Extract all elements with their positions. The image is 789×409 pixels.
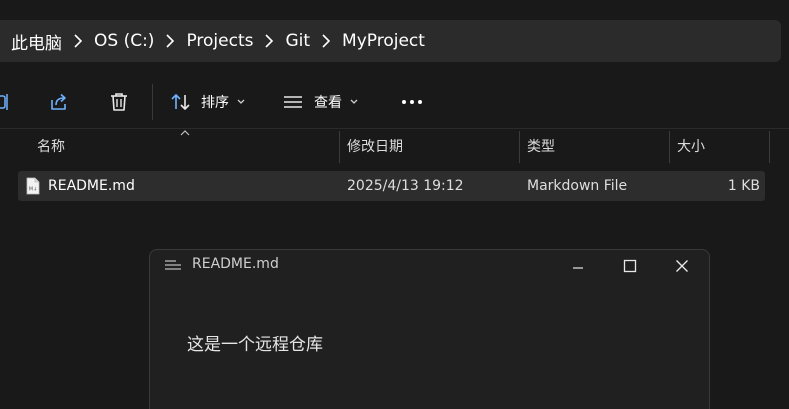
breadcrumb-myproject[interactable]: MyProject <box>342 31 425 51</box>
breadcrumb-projects[interactable]: Projects <box>186 31 253 51</box>
breadcrumb[interactable]: 此电脑 OS (C:) Projects Git MyProject <box>0 20 781 62</box>
breadcrumb-git[interactable]: Git <box>285 31 310 51</box>
chevron-down-icon <box>350 99 358 104</box>
share-icon <box>51 93 66 110</box>
sort-label: 排序 <box>201 95 229 111</box>
chevron-right-icon[interactable] <box>310 20 342 62</box>
file-name: README.md <box>48 178 135 194</box>
more-icon <box>402 100 422 104</box>
notepad-text-content[interactable]: 这是一个远程仓库 <box>187 330 323 355</box>
chevron-right-icon[interactable] <box>154 20 186 62</box>
column-headers: 名称 修改日期 类型 大小 <box>0 128 789 164</box>
column-header-type[interactable]: 类型 <box>527 129 555 163</box>
chevron-right-icon[interactable] <box>62 20 94 62</box>
chevron-right-icon[interactable] <box>253 20 285 62</box>
notepad-icon <box>165 260 181 270</box>
column-divider[interactable] <box>519 131 520 163</box>
close-button[interactable] <box>659 250 705 282</box>
file-row-readme[interactable]: M↓ README.md 2025/4/13 19:12 Markdown Fi… <box>18 171 765 201</box>
breadcrumb-this-pc[interactable]: 此电脑 <box>11 29 62 54</box>
column-header-modified[interactable]: 修改日期 <box>347 129 403 163</box>
svg-text:M↓: M↓ <box>29 187 38 193</box>
file-explorer-window: 此电脑 OS (C:) Projects Git MyProject 排序 查看… <box>0 0 789 409</box>
notepad-titlebar[interactable]: README.md <box>150 250 709 282</box>
rename-icon <box>0 94 8 110</box>
more-options-button[interactable] <box>398 86 426 118</box>
trash-icon <box>111 93 127 111</box>
view-button[interactable]: 查看 <box>283 86 358 118</box>
column-divider[interactable] <box>669 131 670 163</box>
toolbar-divider <box>152 84 153 120</box>
notepad-window[interactable]: README.md 这是一个远程仓库 <box>149 249 710 409</box>
notepad-title: README.md <box>192 256 279 272</box>
file-modified: 2025/4/13 19:12 <box>347 178 464 194</box>
close-icon <box>676 260 688 272</box>
view-icon <box>284 96 302 108</box>
column-header-size[interactable]: 大小 <box>677 129 705 163</box>
breadcrumb-drive-c[interactable]: OS (C:) <box>94 31 154 51</box>
sort-icon <box>171 94 190 110</box>
chevron-down-icon <box>237 99 245 104</box>
rename-button[interactable] <box>0 86 14 118</box>
minimize-icon <box>573 267 583 269</box>
command-bar: 排序 查看 <box>0 76 789 128</box>
file-type: Markdown File <box>527 178 628 194</box>
markdown-file-icon: M↓ <box>25 171 41 201</box>
maximize-button[interactable] <box>607 250 653 282</box>
minimize-button[interactable] <box>555 250 601 282</box>
column-divider[interactable] <box>769 131 770 163</box>
maximize-icon <box>623 259 637 273</box>
delete-button[interactable] <box>104 86 134 118</box>
file-size: 1 KB <box>727 178 760 194</box>
view-label: 查看 <box>314 95 342 111</box>
share-button[interactable] <box>44 86 74 118</box>
sort-ascending-icon <box>180 130 190 136</box>
sort-button[interactable]: 排序 <box>170 86 245 118</box>
column-header-name[interactable]: 名称 <box>37 129 65 163</box>
column-divider[interactable] <box>339 131 340 163</box>
